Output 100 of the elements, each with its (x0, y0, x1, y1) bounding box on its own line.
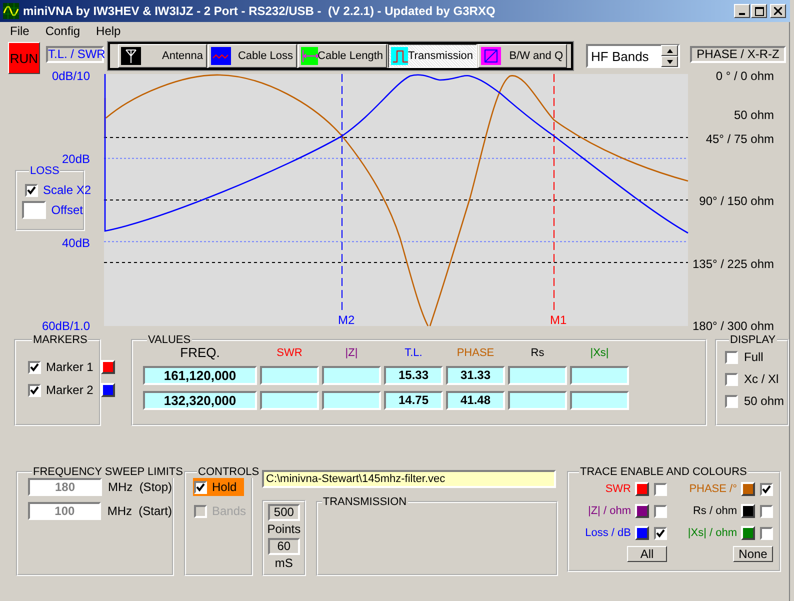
file-path-field[interactable]: C:\minivna-Stewart\145mhz-filter.vec (262, 470, 556, 488)
color-swatch[interactable] (741, 526, 755, 540)
close-icon (774, 7, 782, 15)
field-label: Points (267, 521, 301, 538)
value-field (508, 366, 567, 385)
checkbox[interactable] (28, 360, 41, 374)
time-field[interactable]: 60 (268, 538, 300, 555)
app-icon (3, 3, 19, 19)
minimize-button[interactable] (734, 4, 750, 18)
checkbox[interactable] (654, 482, 667, 496)
column-header: |Z| (344, 346, 359, 360)
color-swatch[interactable] (635, 526, 649, 540)
checkbox-label: Xc / Xl (744, 372, 779, 386)
close-button[interactable] (770, 4, 786, 18)
value-field: 15.33 (384, 366, 443, 385)
trace-label: |Z| / ohm (588, 505, 631, 517)
axis-label: 50 ohm (734, 108, 774, 122)
mode-tab[interactable]: Antenna (118, 44, 207, 68)
frequency-field[interactable]: 100 (28, 502, 102, 520)
checkbox[interactable] (725, 350, 738, 364)
group-title: VALUES (147, 334, 192, 346)
value-field: 31.33 (446, 366, 505, 385)
value-field (260, 366, 319, 385)
column-header: SWR (276, 346, 304, 360)
axis-label: 60dB/1.0 (42, 319, 90, 333)
checkbox-option[interactable]: Hold (193, 478, 244, 496)
axis-label: 0dB/10 (52, 69, 90, 83)
maximize-button[interactable] (751, 4, 767, 18)
maximize-icon (754, 6, 764, 16)
column-header: Rs (530, 346, 546, 360)
trace-label: SWR (605, 483, 631, 495)
mode-tab[interactable]: B/W and Q (478, 44, 567, 68)
color-swatch[interactable] (635, 482, 649, 496)
field-label: MHz (Start) (107, 504, 172, 518)
up-arrow-icon (666, 48, 672, 52)
axis-label: 20dB (62, 152, 90, 166)
axis-label: 135° / 225 ohm (692, 256, 774, 270)
axis-label: 90° / 150 ohm (699, 194, 774, 208)
offset-field[interactable] (22, 201, 46, 219)
column-header: T.L. (404, 346, 424, 360)
axis-label: 0 ° / 0 ohm (716, 69, 774, 83)
trace-button[interactable]: All (627, 546, 667, 562)
group-title: MARKERS (32, 334, 88, 346)
color-swatch[interactable] (101, 360, 116, 374)
group-title: TRANSMISSION (322, 496, 408, 508)
trace-label: PHASE /° (689, 483, 737, 495)
menu-item[interactable]: Help (88, 24, 129, 38)
column-header: PHASE (456, 346, 496, 360)
run-button[interactable]: RUN (8, 42, 40, 74)
axis-label: 180° / 300 ohm (692, 319, 774, 333)
group-title: TRACE ENABLE AND COLOURS (579, 466, 748, 478)
color-swatch[interactable] (101, 383, 116, 397)
frequency-field[interactable]: 180 (28, 478, 102, 496)
value-field: 161,120,000 (143, 366, 257, 385)
mode-tab[interactable]: Transmission (388, 44, 477, 68)
value-field: 41.48 (446, 391, 505, 410)
trace-label: Rs / ohm (692, 505, 737, 517)
color-swatch[interactable] (635, 504, 649, 518)
menu-item[interactable]: File (2, 24, 38, 38)
checkbox[interactable] (28, 384, 41, 396)
mode-icon (121, 47, 141, 65)
check-icon (196, 482, 205, 492)
trace-label: |Xs| / ohm (688, 527, 737, 539)
column-header: |Xs| (589, 346, 610, 360)
group-title: DISPLAY (729, 334, 777, 346)
value-field (260, 391, 319, 410)
trace-label: Loss / dB (585, 527, 631, 539)
down-arrow-icon (666, 60, 672, 64)
field-label: mS (274, 555, 293, 572)
checkbox[interactable] (725, 372, 738, 386)
trace-button[interactable]: None (733, 546, 773, 562)
checkbox-label: Scale X2 (43, 183, 92, 197)
group-title: LOSS (29, 165, 60, 177)
checkbox[interactable] (25, 184, 38, 196)
menu-item[interactable]: Config (37, 24, 88, 38)
points-field[interactable]: 500 (268, 504, 300, 521)
checkbox[interactable] (760, 482, 773, 496)
mode-icon (301, 47, 318, 65)
mode-icon (391, 47, 408, 65)
mode-tab[interactable]: Cable Length (298, 44, 387, 68)
field-label: Offset (51, 203, 83, 217)
mode-icon (211, 47, 231, 65)
column-header: FREQ. (179, 346, 221, 360)
band-select[interactable]: HF Bands (586, 44, 680, 68)
checkbox-label: Full (744, 350, 764, 364)
mode-tab[interactable]: Cable Loss (208, 44, 297, 68)
value-field (570, 366, 629, 385)
checkbox-label: 50 ohm (744, 394, 784, 408)
marker-label: M1 (550, 313, 567, 327)
color-swatch[interactable] (741, 482, 755, 496)
value-field: 14.75 (384, 391, 443, 410)
checkbox[interactable] (654, 504, 667, 518)
checkbox[interactable] (760, 526, 773, 540)
field-label: MHz (Stop) (108, 480, 172, 494)
checkbox[interactable] (654, 526, 667, 540)
checkbox[interactable] (725, 394, 738, 408)
scale-title: PHASE / X-R-Z (690, 46, 786, 63)
color-swatch[interactable] (741, 504, 755, 518)
value-field (322, 391, 381, 410)
checkbox[interactable] (760, 504, 773, 518)
